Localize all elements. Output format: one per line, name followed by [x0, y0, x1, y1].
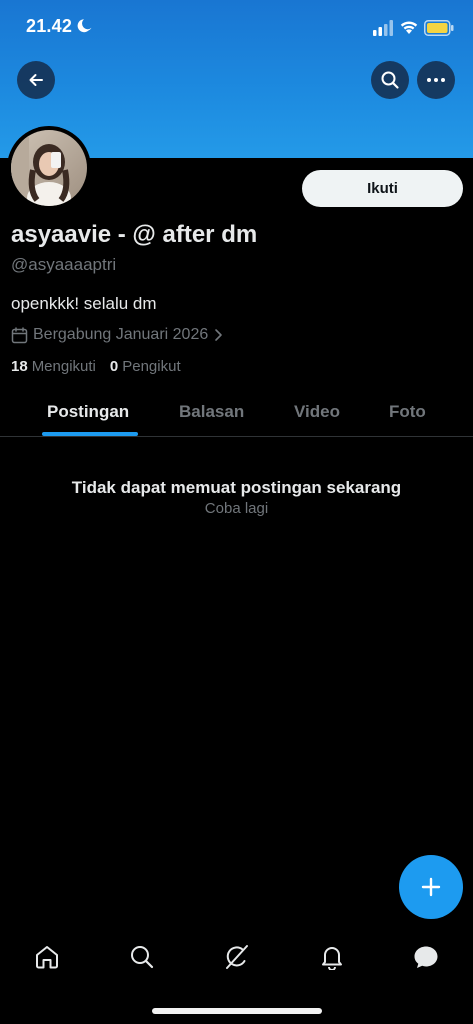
plus-icon: [421, 877, 441, 897]
nav-notifications[interactable]: [317, 942, 347, 972]
retry-link[interactable]: Coba lagi: [0, 500, 473, 517]
joined-date[interactable]: Bergabung Januari 2026: [11, 324, 228, 346]
back-button[interactable]: [17, 61, 55, 99]
bottom-navigation: [0, 930, 473, 986]
grok-icon: [226, 945, 248, 969]
nav-home[interactable]: [32, 942, 62, 972]
home-icon: [36, 946, 58, 969]
following-label[interactable]: Mengikuti: [32, 358, 96, 375]
calendar-icon: [11, 326, 28, 343]
follow-button[interactable]: Ikuti: [302, 170, 463, 207]
active-tab-indicator: [42, 432, 138, 436]
tab-balasan[interactable]: Balasan: [179, 402, 244, 422]
bell-icon: [322, 947, 342, 970]
following-count[interactable]: 18: [11, 358, 28, 375]
display-name: asyaavie - @ after dm: [11, 221, 258, 248]
error-message: Tidak dapat memuat postingan sekarang: [71, 478, 402, 497]
status-time: 21.42: [26, 16, 73, 36]
avatar-photo: [11, 130, 87, 206]
wifi-icon: [400, 21, 418, 34]
tab-foto[interactable]: Foto: [389, 402, 426, 422]
user-handle: @asyaaaaptri: [11, 255, 117, 274]
status-bar: 21.42: [0, 0, 473, 56]
chevron-right-icon: [215, 329, 223, 341]
cellular-signal-icon: [373, 20, 393, 36]
more-horizontal-icon: [427, 78, 445, 82]
search-button[interactable]: [371, 61, 409, 99]
nav-search[interactable]: [127, 942, 157, 972]
followers-count[interactable]: 0: [110, 358, 118, 375]
messages-icon: [414, 946, 438, 968]
home-indicator[interactable]: [152, 1008, 322, 1014]
moon-icon: [77, 19, 92, 33]
followers-label[interactable]: Pengikut: [122, 358, 180, 375]
avatar[interactable]: [7, 126, 91, 210]
nav-messages[interactable]: [411, 942, 441, 972]
compose-post-button[interactable]: [399, 855, 463, 919]
follow-stats: 18 Mengikuti 0 Pengikut: [11, 358, 195, 375]
battery-icon: [424, 20, 454, 36]
nav-grok[interactable]: [222, 942, 252, 972]
arrow-left-icon: [29, 74, 43, 86]
tab-video[interactable]: Video: [294, 402, 340, 422]
joined-date-label: Bergabung Januari 2026: [33, 326, 209, 343]
tab-postingan[interactable]: Postingan: [47, 402, 129, 422]
search-icon: [381, 71, 399, 89]
profile-tabs: Postingan Balasan Video Foto: [0, 390, 473, 437]
bio: openkkk! selalu dm: [11, 294, 157, 313]
search-icon: [131, 946, 154, 969]
more-options-button[interactable]: [417, 61, 455, 99]
